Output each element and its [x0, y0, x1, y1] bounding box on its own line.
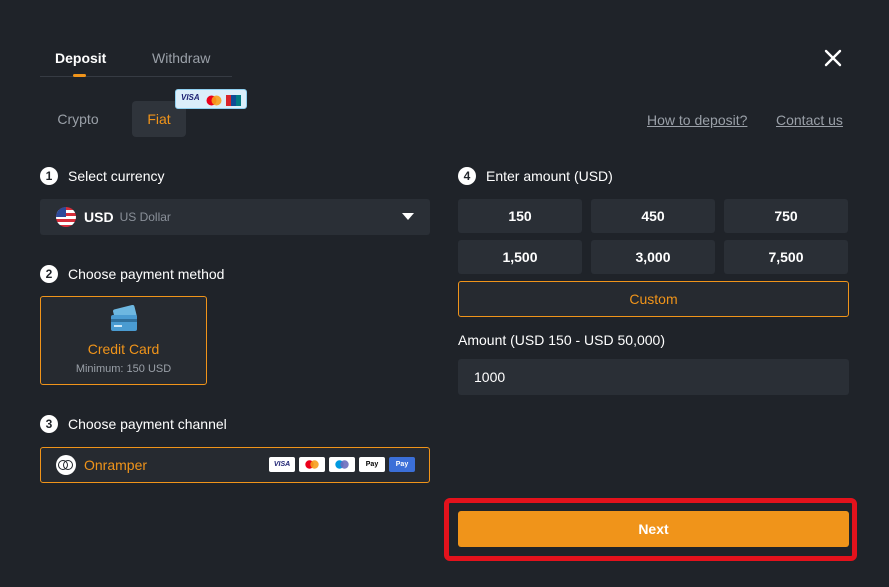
- onramper-logo-icon: [56, 455, 76, 475]
- deposit-withdraw-tabs: Deposit Withdraw: [40, 40, 232, 77]
- tab-withdraw[interactable]: Withdraw: [152, 50, 210, 66]
- credit-card-icon: [108, 304, 140, 333]
- amount-option[interactable]: 3,000: [591, 240, 715, 274]
- channel-payment-icons: VISA Pay Pay: [269, 457, 415, 472]
- step-number: 1: [40, 167, 58, 185]
- dropdown-arrow-icon: [402, 213, 414, 220]
- unionpay-icon: [226, 93, 241, 106]
- tab-deposit[interactable]: Deposit: [55, 50, 106, 66]
- currency-name: US Dollar: [119, 210, 171, 224]
- contact-us-link[interactable]: Contact us: [776, 112, 843, 128]
- channel-name: Onramper: [84, 457, 148, 473]
- subtab-crypto[interactable]: Crypto: [40, 101, 116, 137]
- amount-option[interactable]: 450: [591, 199, 715, 233]
- step-number: 2: [40, 265, 58, 283]
- google-pay-icon: Pay: [389, 457, 415, 472]
- step-label: Choose payment channel: [68, 416, 227, 432]
- apple-pay-icon: Pay: [359, 457, 385, 472]
- payment-method-credit-card[interactable]: Credit Card Minimum: 150 USD: [40, 296, 207, 385]
- maestro-icon: [329, 457, 355, 472]
- amount-option[interactable]: 1,500: [458, 240, 582, 274]
- step-number: 3: [40, 415, 58, 433]
- step-enter-amount: 4 Enter amount (USD): [458, 167, 613, 185]
- step-payment-method: 2 Choose payment method: [40, 265, 224, 283]
- currency-code: USD: [84, 209, 114, 225]
- step-label: Enter amount (USD): [486, 168, 613, 184]
- amount-option[interactable]: 150: [458, 199, 582, 233]
- step-label: Choose payment method: [68, 266, 225, 282]
- amount-option[interactable]: 7,500: [724, 240, 848, 274]
- mastercard-icon: [206, 93, 222, 106]
- payment-method-name: Credit Card: [87, 341, 160, 357]
- how-to-deposit-link[interactable]: How to deposit?: [647, 112, 747, 128]
- card-brands-badge: VISA: [175, 89, 247, 109]
- step-label: Select currency: [68, 168, 165, 184]
- step-select-currency: 1 Select currency: [40, 167, 164, 185]
- step-payment-channel: 3 Choose payment channel: [40, 415, 227, 433]
- visa-icon: VISA: [269, 457, 295, 472]
- us-flag-icon: [56, 207, 76, 227]
- close-icon[interactable]: [821, 46, 845, 70]
- payment-method-minimum: Minimum: 150 USD: [75, 363, 172, 375]
- next-button[interactable]: Next: [458, 511, 849, 547]
- amount-field-label: Amount (USD 150 - USD 50,000): [458, 332, 665, 348]
- payment-channel-onramper[interactable]: Onramper VISA Pay Pay: [40, 447, 430, 483]
- visa-icon: VISA: [181, 93, 200, 102]
- mastercard-icon: [299, 457, 325, 472]
- amount-option[interactable]: 750: [724, 199, 848, 233]
- currency-select[interactable]: USD US Dollar: [40, 199, 430, 235]
- amount-input[interactable]: [458, 359, 849, 395]
- active-tab-indicator: [73, 74, 86, 77]
- custom-amount-button[interactable]: Custom: [458, 281, 849, 317]
- step-number: 4: [458, 167, 476, 185]
